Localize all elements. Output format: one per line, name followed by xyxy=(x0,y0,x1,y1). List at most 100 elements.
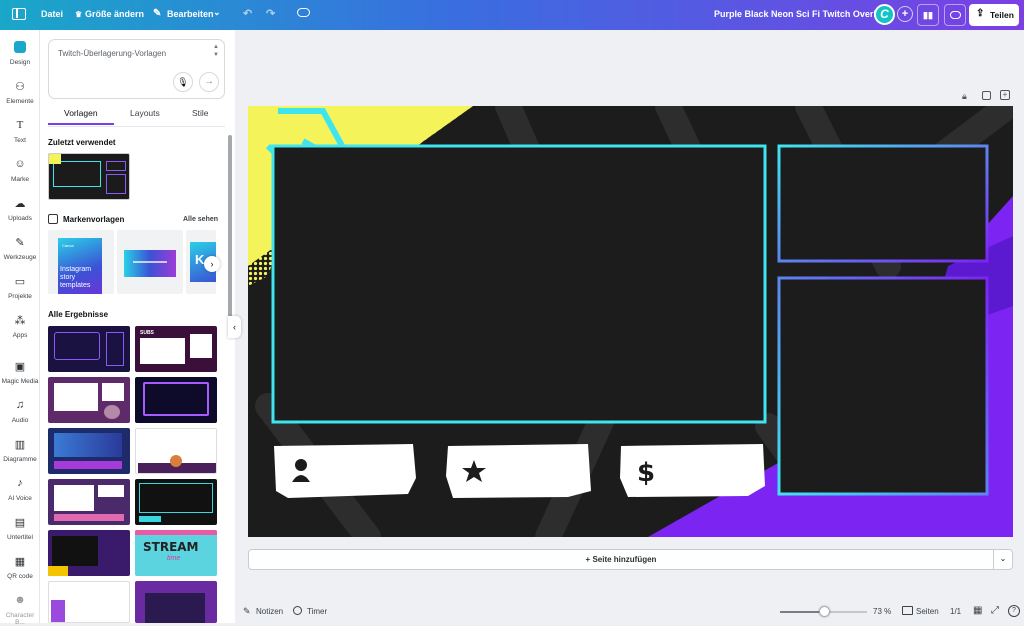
result-thumbnail-7[interactable] xyxy=(48,479,130,525)
rail-subtitles[interactable]: ▤ Untertitel xyxy=(0,516,40,541)
pages-button[interactable]: Seiten xyxy=(916,607,939,616)
redo-icon[interactable]: ↷ xyxy=(266,7,275,20)
rail-projects[interactable]: ▭ Projekte xyxy=(0,275,40,300)
timer-button[interactable]: Timer xyxy=(307,607,327,616)
zoom-slider-fill xyxy=(780,611,825,613)
notes-button[interactable]: Notizen xyxy=(256,607,283,616)
result-thumbnail-9[interactable] xyxy=(48,530,130,576)
rail-magic-media[interactable]: ▣ Magic Media xyxy=(0,360,40,385)
text-icon: T xyxy=(16,119,24,131)
dollar-icon: $ xyxy=(637,458,655,488)
rail-tools[interactable]: ✎ Werkzeuge xyxy=(0,236,40,261)
qr-code-icon: ▦ xyxy=(14,556,26,568)
resize-button[interactable]: Größe ändern xyxy=(85,9,144,19)
recent-title: Zuletzt verwendet xyxy=(48,138,116,147)
webcam-frame xyxy=(271,144,767,424)
duplicate-page-icon[interactable] xyxy=(982,91,991,100)
twitch-overlay-artwork: $ xyxy=(248,106,1013,537)
zoom-slider[interactable] xyxy=(780,606,867,617)
rail-qr-code[interactable]: ▦ QR code xyxy=(0,555,40,580)
file-menu[interactable]: Datei xyxy=(41,9,63,19)
pages-icon[interactable] xyxy=(902,606,913,615)
magic-media-icon: ▣ xyxy=(14,361,26,373)
tab-styles[interactable]: Stile xyxy=(192,108,209,118)
fullscreen-icon[interactable]: ⤢ xyxy=(991,605,999,616)
search-input[interactable]: Twitch-Überlagerung-Vorlagen xyxy=(58,49,166,58)
brand-template-card-2[interactable] xyxy=(117,230,183,294)
rail-character-builder[interactable]: ☻ Character B... xyxy=(0,594,40,626)
result-thumbnail-1[interactable] xyxy=(48,326,130,372)
rail-uploads[interactable]: ☁ Uploads xyxy=(0,197,40,222)
ai-voice-icon: ♪ xyxy=(17,477,23,489)
edit-menu[interactable]: Bearbeiten xyxy=(167,9,214,19)
collapse-panel-button[interactable]: ‹ xyxy=(228,316,241,338)
upload-icon: ⇪ xyxy=(976,8,985,19)
result-thumbnail-6[interactable] xyxy=(135,428,217,474)
document-title[interactable]: Purple Black Neon Sci Fi Twitch Overlay xyxy=(714,9,886,19)
rail-apps[interactable]: ⁂ Apps xyxy=(0,314,40,339)
cloud-sync-icon[interactable] xyxy=(297,8,310,17)
search-box[interactable]: Twitch-Überlagerung-Vorlagen ▲ ▼ 🎙 → xyxy=(48,39,225,99)
zoom-level[interactable]: 73 % xyxy=(873,607,891,616)
design-icon xyxy=(0,41,40,55)
rail-design[interactable]: Design xyxy=(0,41,40,66)
tab-templates[interactable]: Vorlagen xyxy=(64,108,98,118)
top-bar: Datei ♛ Größe ändern ✎ Bearbeiten ⌄ ↶ ↷ … xyxy=(0,0,1024,30)
crown-icon: ♛ xyxy=(75,10,83,19)
stream-text: STREAM xyxy=(143,540,199,554)
notes-icon[interactable]: ✎ xyxy=(243,606,251,617)
timer-icon[interactable] xyxy=(293,606,302,615)
rail-text[interactable]: T Text xyxy=(0,119,40,144)
add-page-dropdown[interactable]: ⌄ xyxy=(994,549,1013,570)
rail-audio[interactable]: ♫ Audio xyxy=(0,399,40,424)
rail-elements[interactable]: ⚇ Elemente xyxy=(0,80,40,105)
chart-icon: ▥ xyxy=(14,439,26,451)
result-thumbnail-8[interactable] xyxy=(135,479,217,525)
bottom-right-frame xyxy=(777,276,989,496)
scroll-arrows-icon[interactable]: ▲ ▼ xyxy=(213,43,219,59)
avatar[interactable]: C xyxy=(874,4,895,25)
sidebar-toggle-icon[interactable] xyxy=(12,8,26,20)
rail-charts[interactable]: ▥ Diagramme xyxy=(0,438,40,463)
add-page-icon[interactable]: + xyxy=(1000,90,1010,100)
result-thumbnail-2[interactable]: SUBS xyxy=(135,326,217,372)
carousel-next-icon[interactable]: › xyxy=(204,256,220,272)
undo-icon[interactable]: ↶ xyxy=(243,7,252,20)
folder-icon: ▭ xyxy=(14,276,26,288)
result-thumbnail-5[interactable] xyxy=(48,428,130,474)
result-thumbnail-3[interactable] xyxy=(48,377,130,423)
insights-icon[interactable]: ▮▮ xyxy=(917,4,939,26)
share-button[interactable]: ⇪ Teilen xyxy=(969,4,1019,26)
see-all-link[interactable]: Alle sehen xyxy=(183,216,218,223)
add-page-button[interactable]: + Seite hinzufügen xyxy=(248,549,994,570)
help-icon[interactable]: ? xyxy=(1008,605,1020,617)
result-thumbnail-12[interactable] xyxy=(135,581,217,623)
follower-label-bg xyxy=(274,444,416,498)
add-collaborator-icon[interactable]: + xyxy=(897,6,913,22)
brand-templates-icon xyxy=(48,214,58,224)
elements-icon: ⚇ xyxy=(15,81,25,93)
grid-view-icon[interactable]: ▦ xyxy=(973,605,982,616)
lock-icon[interactable]: 🔒︎ xyxy=(962,91,967,102)
brand-template-card-1[interactable]: Canva Instagram story templates xyxy=(48,230,114,294)
comment-icon[interactable] xyxy=(944,4,966,26)
chevron-down-icon[interactable]: ⌄ xyxy=(213,7,221,18)
zoom-slider-handle[interactable] xyxy=(819,606,831,617)
active-tab-indicator xyxy=(48,123,114,125)
left-rail: Design ⚇ Elemente T Text ☺ Marke ☁ Uploads ✎… xyxy=(0,30,40,626)
tab-layouts[interactable]: Layouts xyxy=(130,108,160,118)
recent-template-thumbnail[interactable] xyxy=(48,153,130,200)
result-thumbnail-11[interactable] xyxy=(48,581,130,623)
panel-scrollbar[interactable] xyxy=(228,135,232,330)
result-thumbnail-4[interactable] xyxy=(135,377,217,423)
rail-ai-voice[interactable]: ♪ AI Voice xyxy=(0,477,40,502)
microphone-icon[interactable]: 🎙 xyxy=(173,72,193,92)
result-thumbnail-10[interactable]: STREAM time xyxy=(135,530,217,576)
brand-logo-text: Canva xyxy=(62,243,74,248)
pencil-icon: ✎ xyxy=(153,8,162,19)
design-canvas[interactable]: $ xyxy=(248,106,1013,537)
rail-brand[interactable]: ☺ Marke xyxy=(0,158,40,183)
submit-arrow-icon[interactable]: → xyxy=(199,72,219,92)
tabs-divider xyxy=(48,126,225,127)
brand-icon: ☺ xyxy=(14,158,26,170)
